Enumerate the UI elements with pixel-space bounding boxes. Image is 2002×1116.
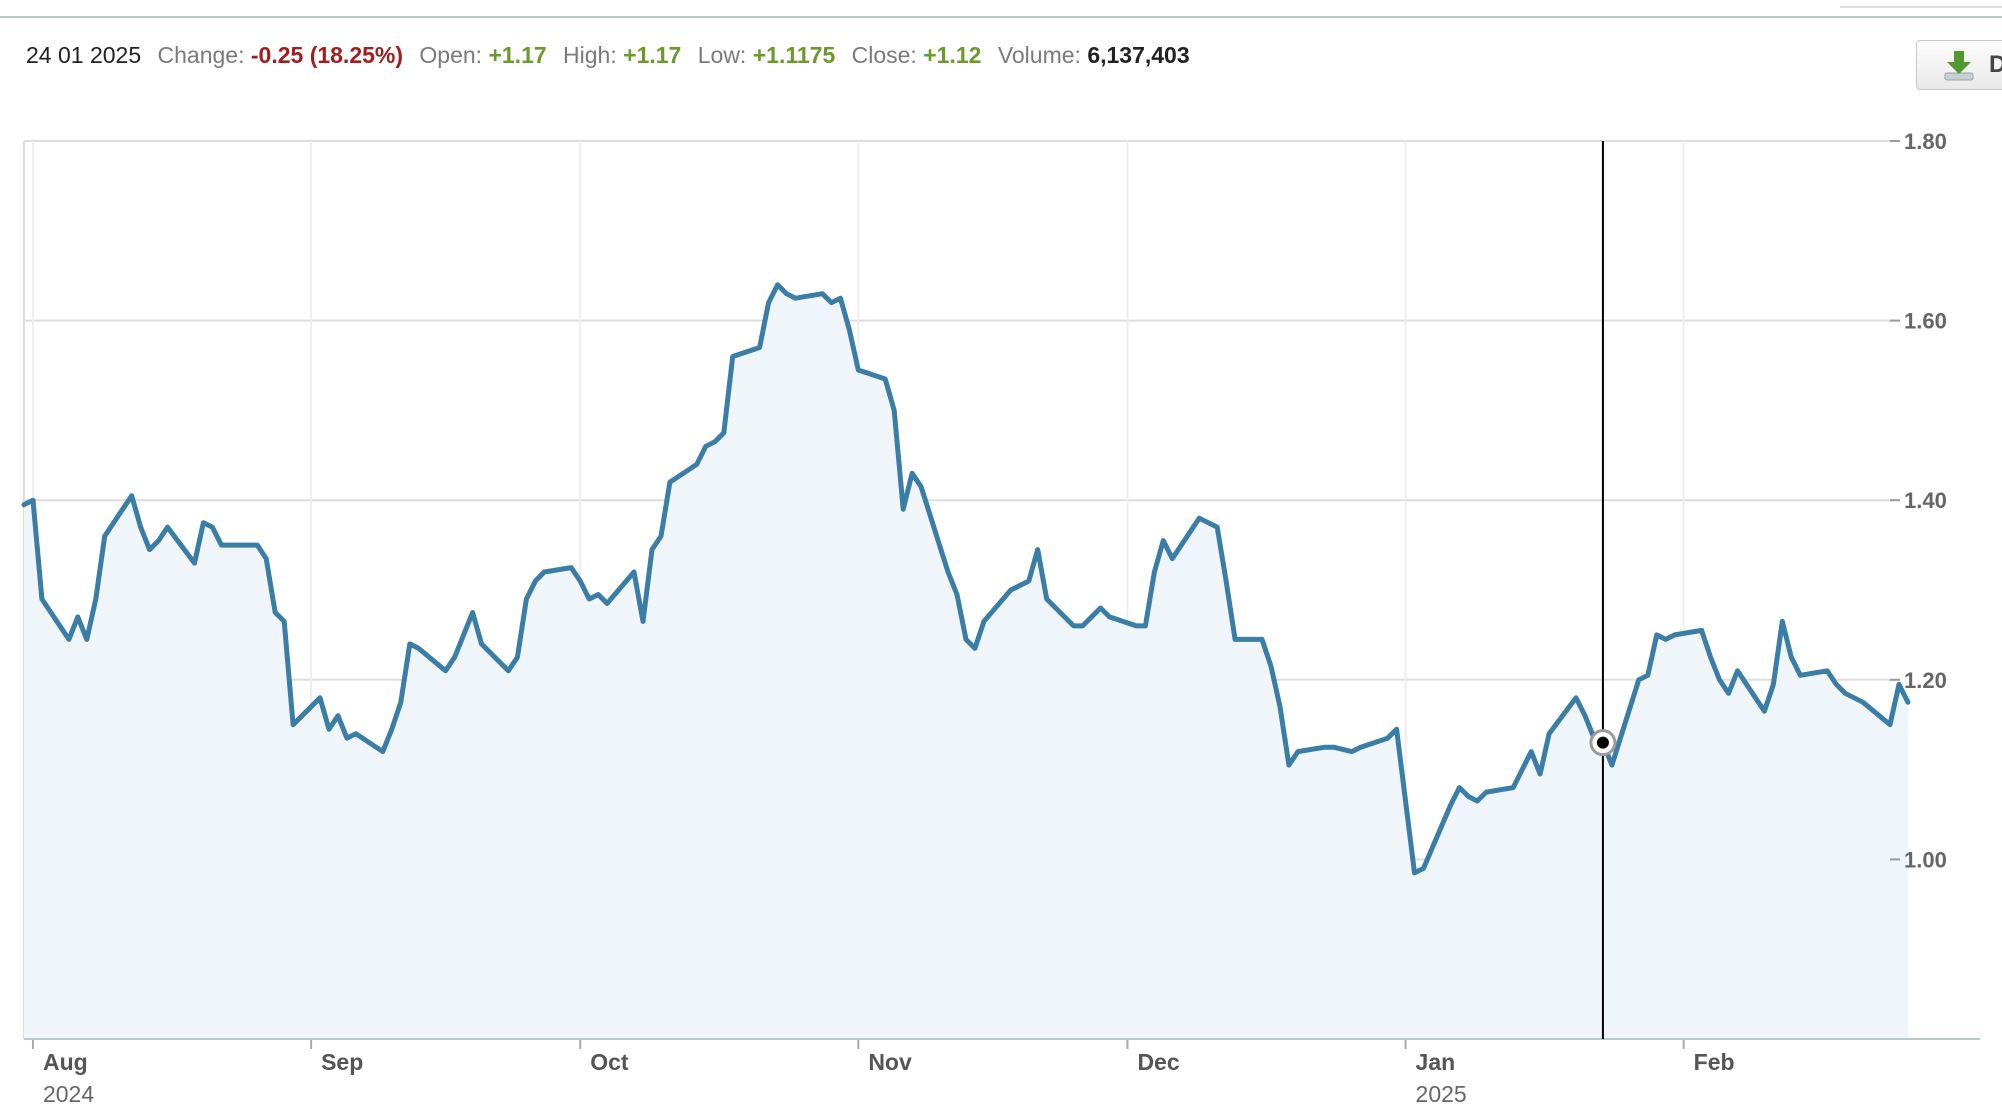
y-tick-label: 1.60 (1904, 309, 1947, 334)
x-tick-label: Oct (590, 1049, 629, 1075)
x-tick-label: Nov (868, 1049, 912, 1075)
y-tick-label: 1.80 (1904, 129, 1947, 154)
y-tick-label: 1.00 (1904, 847, 1947, 872)
y-tick-label: 1.20 (1904, 668, 1947, 693)
crosshair-marker[interactable] (1589, 729, 1617, 757)
x-tick-label: Aug (43, 1049, 88, 1075)
x-tick-year-label: 2024 (43, 1081, 94, 1107)
crosshair-marker-dot (1596, 736, 1609, 749)
y-tick-label: 1.40 (1904, 488, 1947, 513)
x-tick-label: Jan (1416, 1049, 1456, 1075)
x-tick-year-label: 2025 (1416, 1081, 1467, 1107)
x-tick-label: Sep (321, 1049, 363, 1075)
price-chart[interactable]: 1.80 1.60 1.40 1.20 1.00 Aug 2024 Sep Oct Nov Dec J… (0, 0, 2002, 1116)
x-tick-label: Feb (1694, 1049, 1735, 1075)
price-area-fill (24, 284, 1908, 1039)
x-tick-label: Dec (1137, 1049, 1179, 1075)
